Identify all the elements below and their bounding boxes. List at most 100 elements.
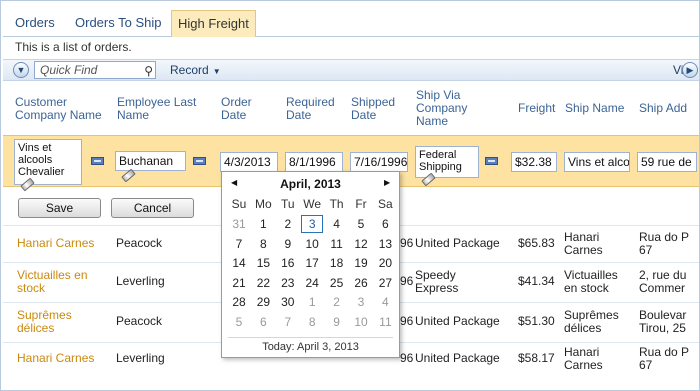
employee-lookup[interactable]: Buchanan	[115, 151, 186, 183]
tab-orders-to-ship[interactable]: Orders To Ship	[69, 10, 167, 37]
required-date-input[interactable]: 8/1/1996	[285, 152, 343, 172]
calendar-month-title[interactable]: April, 2013	[222, 177, 399, 191]
row-1-shipped: 96	[400, 236, 414, 250]
calendar-day-other-month[interactable]: 9	[326, 313, 348, 331]
next-month-icon[interactable]: ▶	[384, 178, 390, 187]
header-required-date[interactable]: Required Date	[286, 96, 344, 122]
header-employee[interactable]: Employee Last Name	[117, 96, 209, 122]
header-customer[interactable]: Customer Company Name	[15, 96, 111, 122]
calendar-day-other-month[interactable]: 6	[252, 313, 274, 331]
order-date-input[interactable]: 4/3/2013	[220, 152, 278, 172]
calendar-day-other-month[interactable]: 31	[228, 215, 250, 233]
calendar-day[interactable]: 22	[252, 274, 274, 292]
pencil-icon[interactable]	[20, 177, 35, 191]
calendar-divider	[228, 337, 393, 338]
calendar-day[interactable]: 28	[228, 293, 250, 311]
quick-find-input[interactable]: Quick Find ⚲	[34, 61, 156, 79]
ship-address-input[interactable]: 59 rue de	[637, 152, 697, 172]
calendar-day-other-month[interactable]: 5	[228, 313, 250, 331]
row-1-ship-name: Hanari Carnes	[564, 230, 603, 257]
freight-input[interactable]: $32.38	[511, 152, 557, 172]
row-3-ship-address: Boulevar Tirou, 25	[639, 308, 687, 335]
calendar-day[interactable]: 25	[326, 274, 348, 292]
row-4-ship-via: United Package	[415, 351, 500, 365]
tab-bar: Orders Orders To Ship High Freight	[3, 3, 699, 37]
lookup-list-icon[interactable]	[485, 157, 498, 165]
row-2-shipped: 96	[400, 274, 414, 288]
row-3-shipped: 96	[400, 314, 414, 328]
weekday-label: Fr	[355, 197, 367, 211]
header-shipped-date[interactable]: Shipped Date	[351, 96, 405, 122]
header-order-date[interactable]: Order Date	[221, 96, 267, 122]
calendar-day-other-month[interactable]: 4	[374, 293, 396, 311]
record-menu[interactable]: Record ▼	[170, 63, 221, 77]
tab-orders[interactable]: Orders	[9, 10, 61, 37]
calendar-day[interactable]: 26	[350, 274, 372, 292]
calendar-day[interactable]: 2	[277, 215, 299, 233]
calendar-day[interactable]: 3	[301, 215, 324, 233]
ship-name-input[interactable]: Vins et alcools	[564, 152, 630, 172]
calendar-day-other-month[interactable]: 8	[301, 313, 323, 331]
ship-via-lookup[interactable]: Federal Shipping	[415, 146, 479, 186]
calendar-day[interactable]: 11	[326, 235, 348, 253]
header-freight[interactable]: Freight	[518, 102, 555, 115]
calendar-day[interactable]: 7	[228, 235, 250, 253]
calendar-day[interactable]: 30	[277, 293, 299, 311]
calendar-day[interactable]: 19	[350, 254, 372, 272]
calendar-day-other-month[interactable]: 7	[277, 313, 299, 331]
calendar-day[interactable]: 20	[374, 254, 396, 272]
customer-lookup[interactable]: Vins et alcools Chevalier	[14, 139, 82, 191]
shipped-date-input[interactable]: 7/16/1996	[350, 152, 408, 172]
calendar-day[interactable]: 18	[326, 254, 348, 272]
tab-high-freight[interactable]: High Freight	[171, 10, 256, 37]
calendar-day-other-month[interactable]: 11	[374, 313, 396, 331]
row-4-ship-address: Rua do P 67	[639, 345, 689, 372]
row-1-customer[interactable]: Hanari Carnes	[17, 237, 94, 250]
calendar-day[interactable]: 8	[252, 235, 274, 253]
calendar-day[interactable]: 16	[277, 254, 299, 272]
calendar-day[interactable]: 4	[326, 215, 348, 233]
quick-find-placeholder: Quick Find	[40, 63, 98, 77]
pencil-icon[interactable]	[421, 172, 436, 186]
header-ship-name[interactable]: Ship Name	[565, 102, 624, 115]
calendar-day[interactable]: 5	[350, 215, 372, 233]
calendar-day[interactable]: 15	[252, 254, 274, 272]
row-3-customer[interactable]: Suprêmes délices	[17, 309, 87, 335]
calendar-day[interactable]: 9	[277, 235, 299, 253]
customer-lookup-value: Vins et alcools Chevalier	[18, 142, 65, 178]
row-2-customer[interactable]: Victuailles en stock	[17, 269, 105, 295]
calendar-day[interactable]: 23	[277, 274, 299, 292]
row-1-employee: Peacock	[116, 236, 163, 250]
header-ship-address[interactable]: Ship Add	[639, 102, 687, 115]
row-2-employee: Leverling	[116, 274, 165, 288]
calendar-day[interactable]: 21	[228, 274, 250, 292]
calendar-day[interactable]: 17	[301, 254, 323, 272]
header-ship-via[interactable]: Ship Via Company Name	[416, 89, 480, 128]
calendar-day[interactable]: 12	[350, 235, 372, 253]
row-3-ship-name: Suprêmes délices	[564, 308, 619, 335]
calendar-today-link[interactable]: Today: April 3, 2013	[222, 341, 399, 353]
calendar-day[interactable]: 10	[301, 235, 323, 253]
pencil-icon[interactable]	[121, 168, 136, 183]
calendar-day[interactable]: 14	[228, 254, 250, 272]
chevron-right-icon[interactable]: ▶	[682, 62, 698, 78]
row-4-ship-name: Hanari Carnes	[564, 345, 603, 372]
calendar-day[interactable]: 6	[374, 215, 396, 233]
calendar-day-other-month[interactable]: 3	[350, 293, 372, 311]
calendar-day[interactable]: 1	[252, 215, 274, 233]
chevron-down-icon[interactable]: ▼	[13, 62, 29, 78]
search-icon[interactable]: ⚲	[144, 63, 153, 79]
calendar-day[interactable]: 29	[252, 293, 274, 311]
calendar-day[interactable]: 27	[374, 274, 396, 292]
cancel-button[interactable]: Cancel	[111, 198, 194, 218]
calendar-day-other-month[interactable]: 1	[301, 293, 323, 311]
row-4-customer[interactable]: Hanari Carnes	[17, 352, 94, 365]
lookup-list-icon[interactable]	[193, 157, 206, 165]
save-button[interactable]: Save	[18, 198, 101, 218]
lookup-list-icon[interactable]	[91, 157, 104, 165]
calendar-day[interactable]: 24	[301, 274, 323, 292]
calendar-day[interactable]: 13	[374, 235, 396, 253]
calendar-day-other-month[interactable]: 10	[350, 313, 372, 331]
weekday-label: Mo	[255, 197, 272, 211]
calendar-day-other-month[interactable]: 2	[326, 293, 348, 311]
